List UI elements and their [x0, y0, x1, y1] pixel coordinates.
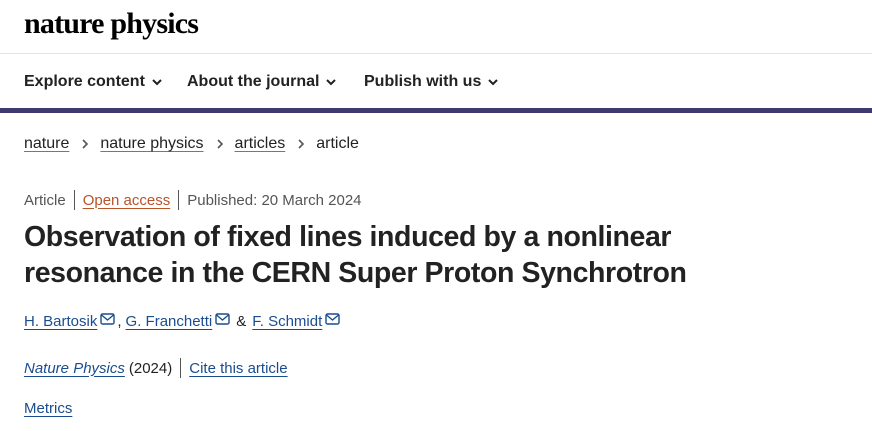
mail-icon[interactable]: [215, 312, 230, 325]
author-link[interactable]: H. Bartosik: [24, 313, 97, 330]
nav-item-label: About the journal: [187, 72, 320, 90]
author-separator: ,: [117, 313, 122, 330]
cite-this-article-link[interactable]: Cite this article: [189, 360, 287, 377]
nav-about-journal[interactable]: About the journal: [187, 54, 337, 109]
breadcrumb: nature nature physics articles article: [24, 135, 359, 153]
chevron-right-icon: [216, 139, 223, 149]
author-list: H. Bartosik , G. Franchetti & F. Schmidt: [24, 312, 340, 330]
article-title: Observation of fixed lines induced by a …: [24, 219, 724, 291]
main-nav: Explore content About the journal Publis…: [0, 54, 872, 111]
chevron-down-icon: [326, 78, 337, 85]
metrics-link[interactable]: Metrics: [24, 400, 72, 417]
nav-item-label: Publish with us: [364, 72, 482, 90]
article-meta: Article Open access Published: 20 March …: [24, 190, 362, 210]
author-link[interactable]: F. Schmidt: [252, 313, 322, 330]
author-link[interactable]: G. Franchetti: [126, 313, 213, 330]
chevron-down-icon: [488, 78, 499, 85]
breadcrumb-nature-physics[interactable]: nature physics: [100, 135, 203, 153]
brand-bar: nature physics: [0, 0, 872, 54]
meta-divider: [73, 190, 75, 210]
mail-icon[interactable]: [100, 312, 116, 325]
nav-item-label: Explore content: [24, 72, 145, 90]
breadcrumb-articles[interactable]: articles: [235, 135, 286, 153]
nav-publish-with-us[interactable]: Publish with us: [364, 54, 499, 109]
title-line-2: resonance in the CERN Super Proton Synch…: [24, 257, 687, 289]
title-line-1: Observation of fixed lines induced by a …: [24, 221, 672, 253]
breadcrumb-nature[interactable]: nature: [24, 135, 69, 153]
open-access-link[interactable]: Open access: [83, 192, 171, 209]
chevron-down-icon: [152, 78, 162, 85]
author-ampersand: &: [236, 313, 247, 330]
chevron-right-icon: [298, 139, 305, 149]
citation-divider: [180, 358, 182, 378]
nav-explore-content[interactable]: Explore content: [24, 54, 163, 109]
journal-link[interactable]: Nature Physics: [24, 360, 125, 377]
chevron-right-icon: [82, 139, 89, 149]
article-type: Article: [24, 191, 66, 209]
publication-year: (2024): [128, 359, 173, 377]
published-date: Published: 20 March 2024: [187, 191, 362, 209]
nav-divider: [0, 108, 872, 113]
site-logo[interactable]: nature physics: [24, 7, 199, 41]
breadcrumb-current: article: [316, 135, 359, 152]
mail-icon[interactable]: [325, 312, 340, 325]
meta-divider: [178, 190, 180, 210]
citation-row: Nature Physics (2024) Cite this article: [24, 358, 288, 378]
article-page: nature physics Explore content About the…: [0, 0, 872, 431]
